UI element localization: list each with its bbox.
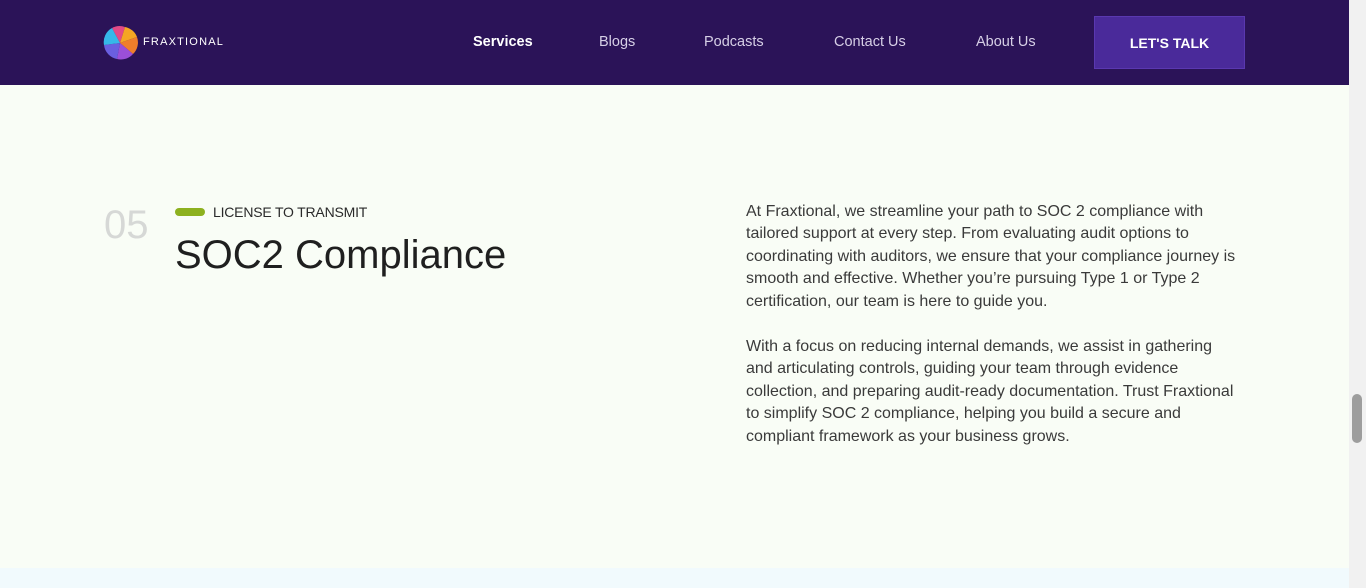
section-number: 05 [104,203,149,247]
brand-name: FRAXTIONAL [143,36,225,48]
nav-about-us[interactable]: About Us [976,34,1036,50]
section-eyebrow: LICENSE TO TRANSMIT [213,204,368,220]
pinwheel-logo-icon [103,26,138,60]
lets-talk-button[interactable]: LET'S TALK [1094,16,1245,69]
nav-podcasts[interactable]: Podcasts [704,34,764,50]
brand-logo[interactable]: FRAXTIONAL [103,25,223,61]
page-scrollbar[interactable] [1349,0,1366,588]
section-title: SOC2 Compliance [175,233,507,277]
scrollbar-thumb[interactable] [1352,394,1362,443]
eyebrow-pill-decoration [175,208,205,216]
nav-contact-us[interactable]: Contact Us [834,34,906,50]
section-paragraph: At Fraxtional, we streamline your path t… [746,203,1236,310]
nav-blogs[interactable]: Blogs [599,34,635,50]
next-section-edge [0,568,1349,588]
site-header: FRAXTIONAL Services Blogs Podcasts Conta… [0,0,1349,85]
nav-services[interactable]: Services [473,34,533,50]
section-paragraph: With a focus on reducing internal demand… [746,338,1234,445]
